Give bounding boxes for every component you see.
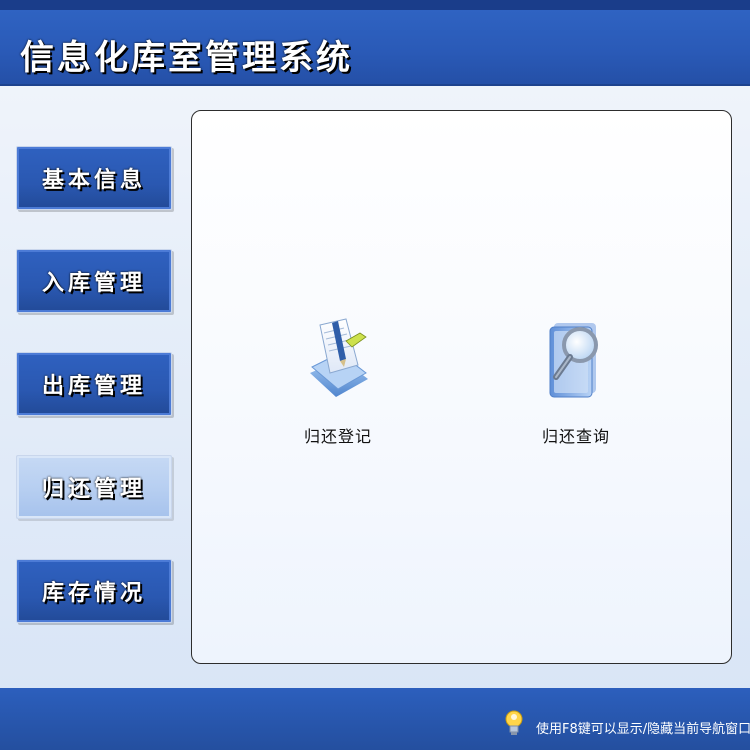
sidebar-item-label: 库存情况: [41, 581, 146, 606]
sidebar-item-return-management[interactable]: 归还管理: [16, 455, 172, 519]
sidebar-item-label: 归还管理: [41, 477, 146, 502]
app-header: 信息化库室管理系统: [0, 10, 750, 86]
app-title: 信息化库室管理系统: [20, 38, 353, 78]
footer-hint-text: 使用F8键可以显示/隐藏当前导航窗口: [536, 722, 750, 737]
sidebar-item-label: 出库管理: [41, 374, 146, 399]
sidebar-item-label: 基本信息: [41, 168, 146, 193]
return-register-button[interactable]: 归还登记: [268, 315, 408, 465]
sidebar-item-stock-out[interactable]: 出库管理: [16, 352, 172, 416]
main-content-panel: 归还登记 归还查询: [191, 110, 732, 664]
sidebar-item-stock-in[interactable]: 入库管理: [16, 249, 172, 313]
search-magnifier-icon: [549, 323, 598, 398]
status-footer: 使用F8键可以显示/隐藏当前导航窗口: [0, 688, 750, 750]
lightbulb-user-icon: [505, 710, 523, 735]
return-query-button[interactable]: 归还查询: [506, 315, 646, 465]
sidebar-nav: 基本信息 入库管理 出库管理 归还管理 库存情况: [0, 86, 185, 686]
return-query-label: 归还查询: [541, 427, 610, 446]
register-document-pencil-icon: [310, 318, 368, 397]
sidebar-item-inventory[interactable]: 库存情况: [16, 559, 172, 623]
sidebar-item-basic-info[interactable]: 基本信息: [16, 146, 172, 210]
return-register-label: 归还登记: [303, 427, 372, 446]
sidebar-item-label: 入库管理: [41, 271, 146, 296]
top-border-strip: [0, 0, 750, 10]
